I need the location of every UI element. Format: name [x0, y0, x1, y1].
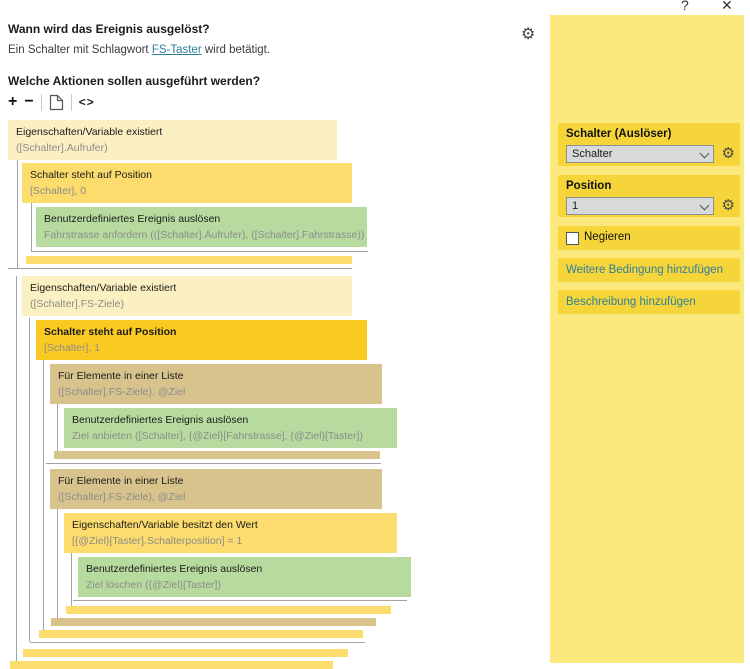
condition-block-variable-exists-fs-ziele[interactable]: Eigenschaften/Variable existiert ([Schal… [22, 276, 352, 316]
position-gear-icon[interactable]: ⚙ [722, 196, 735, 216]
negate-row: Negieren [558, 226, 740, 250]
position-dropdown[interactable]: 1 [566, 197, 714, 215]
action-block-ziel-anbieten[interactable]: Benutzerdefiniertes Ereignis auslösen Zi… [64, 408, 397, 448]
toolbar-divider [40, 93, 42, 111]
block-subtitle: [Schalter], 1 [44, 342, 101, 354]
actions-question-heading: Welche Aktionen sollen ausgeführt werden… [8, 74, 261, 88]
block-subtitle: Ziel löschen ({@Ziel}[Taster]) [86, 579, 221, 591]
add-condition-link[interactable]: Weitere Bedingung hinzufügen [566, 264, 723, 276]
block-closing-bar [26, 256, 352, 264]
close-button[interactable]: ✕ [721, 0, 733, 13]
action-block-ziel-loeschen[interactable]: Benutzerdefiniertes Ereignis auslösen Zi… [78, 557, 411, 597]
tree-separator-line [46, 463, 381, 464]
block-title: Benutzerdefiniertes Ereignis auslösen [72, 414, 249, 426]
block-subtitle: ([Schalter].FS-Ziele) [30, 298, 124, 310]
block-subtitle: ([Schalter].FS-Ziele), @Ziel [58, 491, 186, 503]
block-subtitle: Ziel anbieten ([Schalter], {@Ziel}[Fahrs… [72, 430, 363, 442]
toolbar-divider [70, 93, 72, 111]
tree-separator-line [8, 268, 352, 269]
copy-document-icon[interactable] [49, 94, 64, 111]
add-description-row: Beschreibung hinzufügen [558, 290, 740, 314]
block-subtitle: ([Schalter].FS-Ziele), @Ziel [58, 386, 186, 398]
trigger-sentence-prefix: Ein Schalter mit Schlagwort [8, 44, 152, 56]
condition-block-variable-wert[interactable]: Eigenschaften/Variable besitzt den Wert … [64, 513, 397, 553]
tree-separator-line [31, 251, 368, 252]
add-condition-row: Weitere Bedingung hinzufügen [558, 258, 740, 282]
block-title: Eigenschaften/Variable existiert [30, 282, 177, 294]
trigger-question-heading: Wann wird das Ereignis ausgelöst? [8, 22, 210, 36]
help-button[interactable]: ? [681, 0, 689, 13]
condition-block-schalter-position-1-selected[interactable]: Schalter steht auf Position [Schalter], … [36, 320, 367, 360]
block-subtitle: ([Schalter].Aufrufer) [16, 142, 108, 154]
tree-connector-line [16, 276, 17, 661]
field-label: Schalter (Auslöser) [566, 128, 672, 140]
block-title: Eigenschaften/Variable existiert [16, 126, 163, 138]
block-subtitle: [{@Ziel}[Taster].Schalterposition] = 1 [72, 535, 243, 547]
block-title: Schalter steht auf Position [30, 169, 152, 181]
block-title: Eigenschaften/Variable besitzt den Wert [72, 519, 258, 531]
loop-block-fuer-elemente-2[interactable]: Für Elemente in einer Liste ([Schalter].… [50, 469, 382, 509]
tree-connector-line [57, 509, 58, 618]
block-title: Für Elemente in einer Liste [58, 370, 184, 382]
tree-connector-line [43, 360, 44, 630]
block-subtitle: Fahrstrasse anfordern (([Schalter].Aufru… [44, 229, 365, 241]
event-editor-dialog: ? ✕ Wann wird das Ereignis ausgelöst? ⚙ … [0, 0, 750, 669]
block-closing-bar [66, 606, 391, 614]
negate-label: Negieren [584, 231, 631, 243]
remove-action-button[interactable]: − [24, 93, 33, 111]
keyword-link[interactable]: FS-Taster [152, 44, 202, 56]
chevron-down-icon [699, 200, 710, 211]
block-closing-bar [39, 630, 363, 638]
action-block-fahrstrasse-anfordern[interactable]: Benutzerdefiniertes Ereignis auslösen Fa… [36, 207, 367, 247]
condition-block-schalter-position-0[interactable]: Schalter steht auf Position [Schalter], … [22, 163, 352, 203]
trigger-sentence: Ein Schalter mit Schlagwort FS-Taster wi… [8, 44, 270, 56]
actions-toolbar: + − <> [8, 92, 95, 112]
block-title: Schalter steht auf Position [44, 326, 177, 338]
block-title: Für Elemente in einer Liste [58, 475, 184, 487]
tree-connector-line [17, 160, 18, 268]
tree-connector-line [57, 404, 58, 451]
field-label: Position [566, 180, 612, 192]
tree-separator-line [30, 642, 365, 643]
tree-connector-line [31, 203, 32, 251]
add-action-button[interactable]: + [8, 93, 17, 111]
chevron-down-icon [699, 148, 710, 159]
dropdown-value: Schalter [572, 148, 613, 160]
block-closing-bar [54, 451, 380, 459]
block-closing-bar [23, 649, 348, 657]
tree-connector-line [71, 553, 72, 606]
trigger-sentence-suffix: wird betätigt. [201, 44, 271, 56]
block-closing-bar [10, 661, 333, 669]
schalter-dropdown[interactable]: Schalter [566, 145, 714, 163]
block-title: Benutzerdefiniertes Ereignis auslösen [86, 563, 263, 575]
properties-panel: Schalter (Auslöser) Schalter ⚙ Position … [550, 15, 744, 663]
block-title: Benutzerdefiniertes Ereignis auslösen [44, 213, 221, 225]
code-view-button[interactable]: <> [79, 95, 95, 109]
block-subtitle: [Schalter], 0 [30, 185, 87, 197]
condition-block-variable-exists-aufrufer[interactable]: Eigenschaften/Variable existiert ([Schal… [8, 120, 337, 160]
trigger-gear-icon[interactable]: ⚙ [521, 24, 535, 44]
negate-checkbox[interactable] [566, 232, 579, 245]
schalter-gear-icon[interactable]: ⚙ [722, 144, 735, 164]
block-closing-bar [51, 618, 376, 626]
tree-separator-line [73, 600, 407, 601]
field-position: Position 1 ⚙ [558, 175, 740, 217]
dropdown-value: 1 [572, 200, 579, 212]
tree-connector-line [29, 318, 30, 642]
field-schalter-ausloeser: Schalter (Auslöser) Schalter ⚙ [558, 123, 740, 166]
add-description-link[interactable]: Beschreibung hinzufügen [566, 296, 696, 308]
loop-block-fuer-elemente-1[interactable]: Für Elemente in einer Liste ([Schalter].… [50, 364, 382, 404]
